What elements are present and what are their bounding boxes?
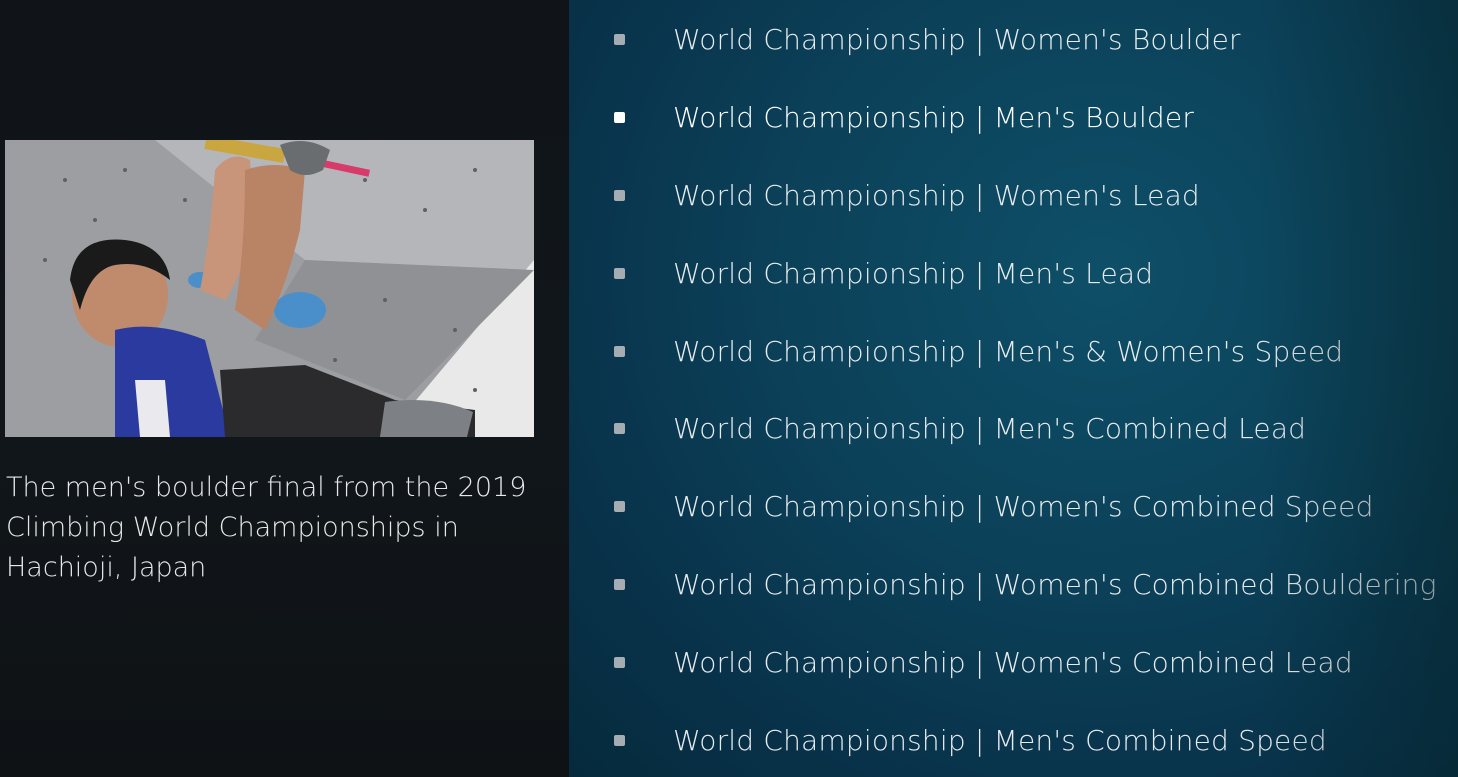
list-item[interactable]: World Championship | Men's Combined Spee… <box>569 701 1458 777</box>
list-item-label: World Championship | Women's Combined Bo… <box>673 567 1437 601</box>
list-item[interactable]: World Championship | Women's Lead <box>569 157 1458 235</box>
video-list-panel: World Championship | Women's Boulder Wor… <box>569 0 1458 777</box>
list-item[interactable]: World Championship | Women's Combined Le… <box>569 623 1458 701</box>
thumbnail-caption: The men's boulder final from the 2019 Cl… <box>6 472 527 583</box>
bullet-icon <box>614 34 625 46</box>
list-item[interactable]: World Championship | Men's Combined Lead <box>569 390 1458 468</box>
list-item-label: World Championship | Women's Boulder <box>673 23 1241 57</box>
bullet-icon <box>614 578 625 590</box>
list-item[interactable]: World Championship | Women's Boulder <box>569 1 1458 79</box>
list-item-label: World Championship | Men's Combined Spee… <box>673 723 1327 757</box>
list-item[interactable]: World Championship | Men's & Women's Spe… <box>569 312 1458 390</box>
bullet-icon <box>614 734 625 746</box>
list-item-label: World Championship | Women's Combined Sp… <box>673 490 1374 524</box>
bullet-icon <box>614 656 625 668</box>
bullet-icon <box>614 267 625 279</box>
list-item-label: World Championship | Women's Lead <box>673 178 1200 212</box>
info-panel: The men's boulder final from the 2019 Cl… <box>0 0 569 777</box>
list-item[interactable]: World Championship | Women's Combined Bo… <box>569 546 1458 624</box>
bullet-icon <box>614 345 625 357</box>
bullet-icon <box>614 112 625 124</box>
app-root: The men's boulder final from the 2019 Cl… <box>0 0 1458 777</box>
list-item-label: World Championship | Men's & Women's Spe… <box>673 334 1344 368</box>
list-item-label: World Championship | Men's Lead <box>673 256 1154 290</box>
bullet-icon <box>614 189 625 201</box>
bullet-icon <box>614 501 625 513</box>
list-item[interactable]: World Championship | Men's Lead <box>569 234 1458 312</box>
list-item[interactable]: World Championship | Men's Boulder <box>569 79 1458 157</box>
bullet-icon <box>614 423 625 435</box>
list-item[interactable]: World Championship | Women's Combined Sp… <box>569 468 1458 546</box>
list-item-label: World Championship | Men's Combined Lead <box>673 412 1307 446</box>
list-item-label: World Championship | Women's Combined Le… <box>673 645 1353 679</box>
list-item-label: World Championship | Men's Boulder <box>673 101 1195 135</box>
video-list: World Championship | Women's Boulder Wor… <box>569 1 1458 777</box>
thumbnail-image <box>5 140 534 437</box>
